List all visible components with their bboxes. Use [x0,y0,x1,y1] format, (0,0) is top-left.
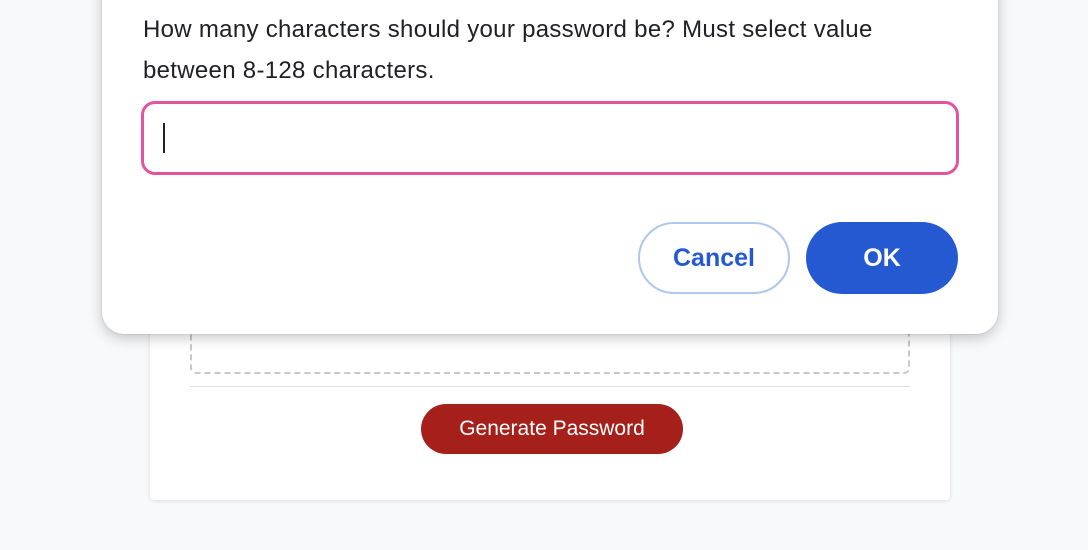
dialog-message: How many characters should your password… [143,16,873,84]
page: Generate Password How many characters sh… [0,0,1088,550]
card-divider [190,386,910,387]
password-length-input[interactable] [141,101,959,175]
prompt-dialog: How many characters should your password… [102,0,998,334]
generate-password-button[interactable]: Generate Password [421,404,683,454]
ok-button[interactable]: OK [806,222,958,294]
cancel-button[interactable]: Cancel [638,222,790,294]
text-caret [163,123,165,153]
